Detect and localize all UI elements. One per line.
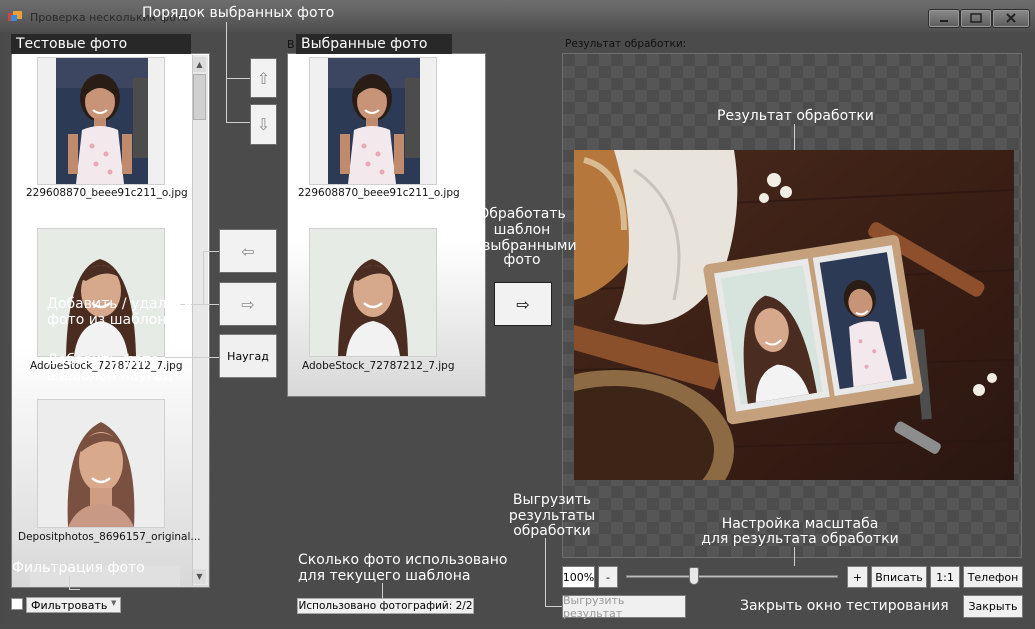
selected-photo-caption: AdobeStock_72787212_7.jpg xyxy=(302,360,455,372)
arrow-up-icon: ⇧ xyxy=(256,68,271,88)
annotation-count-line2: для текущего шаблона xyxy=(298,568,471,584)
scrollbar-thumb[interactable] xyxy=(193,74,206,120)
annotation-zoom-line1: Настройка масштаба xyxy=(721,516,879,532)
test-photos-header: Тестовые фото xyxy=(11,34,191,54)
annotation-export-line3: обработки xyxy=(513,523,591,539)
window-close-button[interactable] xyxy=(992,9,1030,28)
maximize-button[interactable] xyxy=(960,9,992,28)
move-up-button[interactable]: ⇧ xyxy=(250,58,277,98)
annotation-process-line1: Обработать xyxy=(478,206,566,222)
close-icon xyxy=(1006,13,1016,23)
selected-photos-header: Выбранные фото xyxy=(296,34,452,54)
annotation-line xyxy=(545,538,546,606)
selected-photo-thumbnail[interactable] xyxy=(309,228,437,357)
arrow-right-icon: ⇨ xyxy=(241,294,255,314)
annotation-line xyxy=(203,251,219,252)
remove-photo-button[interactable]: ⇦ xyxy=(219,229,277,273)
annotation-line xyxy=(226,122,250,123)
test-photo-thumbnail[interactable] xyxy=(37,399,165,528)
woman-photo-image xyxy=(310,229,436,356)
arrow-left-icon: ⇦ xyxy=(241,241,255,261)
zoom-value: 100% xyxy=(562,566,595,588)
test-photo-thumbnail[interactable] xyxy=(37,228,165,357)
annotation-line xyxy=(69,589,80,590)
filter-checkbox[interactable] xyxy=(11,598,23,610)
arrow-right-icon: ⇨ xyxy=(516,294,530,314)
test-photo-thumbnail[interactable] xyxy=(37,57,165,185)
annotation-line xyxy=(794,547,795,566)
close-button[interactable]: Закрыть xyxy=(963,595,1023,618)
zoom-slider[interactable] xyxy=(622,566,844,588)
annotation-line xyxy=(382,583,383,598)
annotation-line xyxy=(226,22,227,122)
annotation-result: Результат обработки xyxy=(717,108,874,124)
annotation-line xyxy=(203,304,219,305)
filter-label: Фильтровать xyxy=(31,599,108,612)
zoom-slider-thumb[interactable] xyxy=(688,567,699,585)
phone-button[interactable]: Телефон xyxy=(963,566,1023,588)
app-icon xyxy=(8,10,23,23)
result-image xyxy=(574,150,1014,480)
test-photo-caption: Depositphotos_8696157_original... xyxy=(18,531,201,543)
minimize-icon xyxy=(940,20,948,22)
zoom-slider-track xyxy=(626,575,838,578)
girl-photo-image xyxy=(310,58,436,184)
annotation-process-line4: фото xyxy=(503,252,541,268)
annotation-line xyxy=(69,576,70,590)
annotation-process-line2: шаблон xyxy=(493,222,551,238)
template-result-image xyxy=(574,150,1014,480)
zoom-in-button[interactable]: + xyxy=(847,566,868,588)
test-photos-scrollbar[interactable] xyxy=(192,55,208,585)
used-photos-count: Использовано фотографий: 2/2 xyxy=(297,598,474,614)
annotation-export-line1: Выгрузить xyxy=(512,492,592,508)
random-button[interactable]: Наугад xyxy=(219,334,277,378)
export-result-button[interactable]: Выгрузить результат xyxy=(562,594,686,620)
move-down-button[interactable]: ⇩ xyxy=(250,104,277,145)
selected-photo-thumbnail[interactable] xyxy=(309,57,437,185)
maximize-icon xyxy=(970,13,982,23)
selected-photos-caption: В xyxy=(287,38,295,51)
woman-photo-image xyxy=(38,400,164,527)
annotation-line xyxy=(226,78,250,79)
annotation-random-line2: в шаблон наугад xyxy=(47,368,173,384)
annotation-random-line1: Добавить фото xyxy=(47,352,160,368)
annotation-add-remove-line1: Добавить / удалить xyxy=(47,296,193,312)
annotation-count-line1: Сколько фото использовано xyxy=(298,552,508,568)
test-photo-caption: 229608870_beee91c211_o.jpg xyxy=(26,187,188,199)
selected-photo-caption: 229608870_beee91c211_o.jpg xyxy=(298,187,460,199)
annotation-line xyxy=(545,606,562,607)
annotation-line xyxy=(794,124,795,150)
annotation-line xyxy=(203,251,204,305)
scroll-down-arrow[interactable]: ▼ xyxy=(193,569,206,584)
chevron-down-icon: ▼ xyxy=(111,599,117,607)
annotation-filter: Фильтрация фото xyxy=(12,560,145,576)
add-photo-button[interactable]: ⇨ xyxy=(219,282,277,326)
zoom-out-button[interactable]: - xyxy=(598,566,618,588)
minimize-button[interactable] xyxy=(928,9,960,28)
annotation-export-line2: результаты xyxy=(508,508,596,524)
annotation-zoom-line2: для результата обработки xyxy=(701,531,899,547)
arrow-down-icon: ⇩ xyxy=(256,115,271,134)
annotation-order: Порядок выбранных фото xyxy=(142,5,335,21)
girl-photo-image xyxy=(38,58,164,184)
woman-photo-image xyxy=(38,229,164,356)
process-button[interactable]: ⇨ xyxy=(494,282,552,326)
one-to-one-button[interactable]: 1:1 xyxy=(930,566,960,588)
annotation-close: Закрыть окно тестирования xyxy=(740,598,949,614)
scroll-up-arrow[interactable]: ▲ xyxy=(193,57,206,72)
fit-button[interactable]: Вписать xyxy=(871,566,927,588)
result-label: Результат обработки: xyxy=(565,38,687,50)
annotation-add-remove-line2: фото из шаблона xyxy=(47,312,175,328)
filter-dropdown[interactable]: Фильтровать ▼ xyxy=(26,597,121,613)
annotation-line xyxy=(165,357,219,358)
